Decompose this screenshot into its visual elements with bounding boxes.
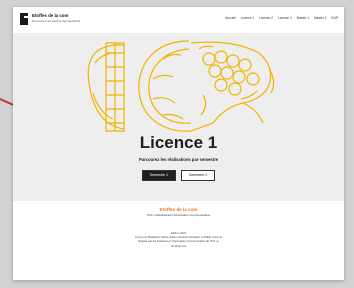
main-nav: Accueil Licence 1 Licence 2 Licence 3 Ma… bbox=[225, 16, 338, 20]
semester-2-button[interactable]: Semestre 2 bbox=[181, 170, 216, 181]
site-footer: Etoffes de la com TOC / Département Info… bbox=[13, 201, 344, 280]
page-title: Licence 1 bbox=[139, 133, 218, 152]
semester-buttons: Semestre 1 Semestre 2 bbox=[13, 170, 344, 181]
site-header: Etoffes de la com Découvrez les savoirs … bbox=[13, 7, 344, 34]
site-tagline: Découvrez les savoirs des étudiants bbox=[32, 19, 81, 23]
nav-item-eup[interactable]: EUP bbox=[331, 16, 338, 20]
nav-item-master-2[interactable]: Master 2 bbox=[314, 16, 326, 20]
site-title[interactable]: Etoffes de la com bbox=[32, 13, 68, 18]
nav-item-licence-2[interactable]: Licence 2 bbox=[259, 16, 273, 20]
footer-brand[interactable]: Etoffes de la com bbox=[13, 207, 344, 212]
semester-1-button[interactable]: Semestre 1 bbox=[141, 170, 176, 181]
nav-item-licence-3[interactable]: Licence 3 bbox=[278, 16, 292, 20]
nav-item-master-1[interactable]: Master 1 bbox=[297, 16, 309, 20]
footer-credits: Édition 2022 Conçu par Madeleine Marty, … bbox=[13, 232, 344, 249]
hero-illustration bbox=[87, 40, 275, 132]
footer-credit-line: de Photo tes bbox=[170, 244, 187, 248]
page-subtitle: Parcourez les réalisations par semestre bbox=[139, 157, 218, 162]
browser-page: Etoffes de la com Découvrez les savoirs … bbox=[13, 7, 344, 280]
nav-item-accueil[interactable]: Accueil bbox=[225, 16, 235, 20]
nav-item-licence-1[interactable]: Licence 1 bbox=[241, 16, 255, 20]
site-logo-icon[interactable] bbox=[20, 13, 28, 25]
footer-department: TOC / Département Information Communicat… bbox=[146, 213, 211, 217]
